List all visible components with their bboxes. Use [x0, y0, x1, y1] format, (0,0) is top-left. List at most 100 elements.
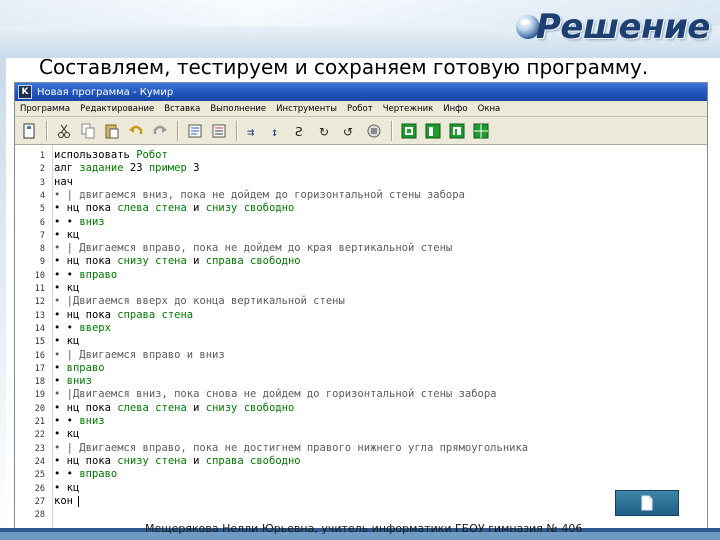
code-line[interactable]: 25 • • вправо — [15, 468, 707, 481]
step-icon[interactable]: ↕ — [268, 121, 288, 141]
code-line[interactable]: 26 • кц — [15, 482, 707, 495]
code-text: использовать Робот — [54, 149, 168, 161]
step-out-icon[interactable]: ↻ — [316, 121, 336, 141]
menu-item[interactable]: Программа — [15, 104, 75, 114]
line-number: 18 — [34, 377, 45, 388]
code-line[interactable]: 21 • • вниз — [15, 415, 707, 428]
line-number: 6 — [39, 217, 45, 228]
line-number: 5 — [39, 204, 45, 215]
text-cursor — [78, 495, 79, 507]
menu-item[interactable]: Чертежник — [378, 104, 439, 114]
code-line[interactable]: 4 • | двигаемся вниз, пока не дойдем до г… — [15, 189, 707, 202]
cut-icon[interactable] — [54, 121, 74, 141]
slide-subtitle: Составляем, тестируем и сохраняем готову… — [39, 55, 649, 79]
code-line[interactable]: 18 • вниз — [15, 375, 707, 388]
menu-item[interactable]: Инфо — [438, 104, 472, 114]
code-text: • кц — [54, 228, 80, 241]
copy-icon[interactable] — [78, 121, 98, 141]
code-line[interactable]: 8 • | Двигаемся вправо, пока не дойдем до… — [15, 242, 707, 255]
line-number: 16 — [34, 350, 45, 361]
step-into-icon[interactable]: Ƨ — [292, 121, 312, 141]
code-text: • вправо — [54, 361, 105, 374]
line-number: 3 — [39, 177, 45, 188]
code-text: • • вправо — [54, 268, 118, 281]
code-line[interactable]: 1 использовать Робот — [15, 149, 707, 162]
line-number: 23 — [34, 443, 45, 454]
code-text: • • вниз — [54, 415, 105, 427]
paste-icon[interactable] — [102, 121, 122, 141]
document-icon — [641, 495, 653, 511]
code-text: • | Двигаемся вправо, пока не дойдем до … — [54, 242, 453, 255]
kumir-window: K Новая программа - Кумир Программа Редак… — [14, 82, 708, 530]
code-text: • | двигаемся вниз, пока не дойдем до го… — [54, 188, 465, 201]
menu-item[interactable]: Инструменты — [271, 104, 342, 114]
field-icon[interactable] — [185, 121, 205, 141]
redo-icon[interactable] — [150, 121, 170, 141]
code-text: • вниз — [54, 375, 92, 388]
line-number: 25 — [34, 470, 45, 481]
code-line[interactable]: 10 • • вправо — [15, 269, 707, 282]
code-text: • | Двигаемся вправо, пока не достигнем … — [54, 441, 529, 454]
code-line[interactable]: 11 • кц — [15, 282, 707, 295]
stop-icon[interactable]: ↺ — [340, 121, 360, 141]
code-text: • • вправо — [54, 468, 118, 481]
code-line[interactable]: 19 • |Двигаемся вниз, пока снова не дойде… — [15, 388, 707, 401]
svg-text:Ƨ: Ƨ — [295, 125, 303, 139]
code-text: • |Двигаемся вверх до конца вертикальной… — [54, 295, 345, 308]
line-number: 4 — [39, 190, 45, 201]
code-line[interactable]: 28 — [15, 508, 707, 521]
code-line[interactable]: 23 • | Двигаемся вправо, пока не достигне… — [15, 442, 707, 455]
code-text: • кц — [54, 335, 80, 348]
line-number: 12 — [34, 297, 45, 308]
line-number: 24 — [34, 456, 45, 467]
code-line[interactable]: 20 • нц пока слева стена и снизу свободно — [15, 402, 707, 415]
code-line[interactable]: 16 • | Двигаемся вправо и вниз — [15, 349, 707, 362]
code-line[interactable]: 5 • нц пока слева стена и снизу свободно — [15, 202, 707, 215]
code-line[interactable]: 7 • кц — [15, 229, 707, 242]
line-number: 27 — [34, 496, 45, 507]
window-titlebar[interactable]: K Новая программа - Кумир — [15, 83, 707, 101]
code-text: • | Двигаемся вправо и вниз — [54, 348, 225, 361]
code-line[interactable]: 24 • нц пока снизу стена и справа свободн… — [15, 455, 707, 468]
code-line[interactable]: 13 • нц пока справа стена — [15, 309, 707, 322]
reset-icon[interactable] — [364, 121, 384, 141]
code-line[interactable]: 27 кон — [15, 495, 707, 508]
code-text: нач — [54, 175, 73, 188]
new-file-icon[interactable] — [19, 121, 39, 141]
code-editor[interactable]: 1 использовать Робот 2 алг задание 23 приме… — [15, 145, 707, 529]
grid-icon[interactable] — [471, 121, 491, 141]
menu-item[interactable]: Окна — [473, 104, 506, 114]
code-line[interactable]: 14 • • вверх — [15, 322, 707, 335]
slide-nav-button[interactable] — [615, 490, 679, 516]
code-line[interactable]: 3 нач — [15, 176, 707, 189]
menu-item[interactable]: Робот — [342, 104, 378, 114]
code-line[interactable]: 17 • вправо — [15, 362, 707, 375]
code-line[interactable]: 12 • |Двигаемся вверх до конца вертикальн… — [15, 295, 707, 308]
code-line[interactable]: 15 • кц — [15, 335, 707, 348]
code-text: • • вверх — [54, 321, 111, 334]
robot-window-icon[interactable] — [423, 121, 443, 141]
run-icon[interactable]: ⇉ — [244, 121, 264, 141]
line-number: 7 — [39, 230, 45, 241]
code-line[interactable]: 2 алг задание 23 пример 3 — [15, 162, 707, 175]
code-line[interactable]: 22 • кц — [15, 428, 707, 441]
menu-item[interactable]: Вставка — [159, 104, 205, 114]
align-icon[interactable] — [209, 121, 229, 141]
menu-item[interactable]: Редактирование — [75, 104, 159, 114]
kumir-app-icon: K — [18, 85, 32, 99]
line-number: 26 — [34, 483, 45, 494]
code-text: • кц — [54, 428, 80, 441]
line-number: 8 — [39, 244, 45, 255]
robot-field-icon[interactable] — [399, 121, 419, 141]
left-accent — [0, 58, 6, 528]
code-text: • кц — [54, 481, 80, 494]
undo-icon[interactable] — [126, 121, 146, 141]
menu-item[interactable]: Выполнение — [205, 104, 271, 114]
code-line[interactable]: 9 • нц пока снизу стена и справа свободно — [15, 255, 707, 268]
line-number: 17 — [34, 363, 45, 374]
code-line[interactable]: 6 • • вниз — [15, 216, 707, 229]
line-number: 1 — [39, 151, 45, 161]
toolbar-separator — [391, 120, 393, 141]
draw-window-icon[interactable] — [447, 121, 467, 141]
code-text: • кц — [54, 282, 80, 294]
